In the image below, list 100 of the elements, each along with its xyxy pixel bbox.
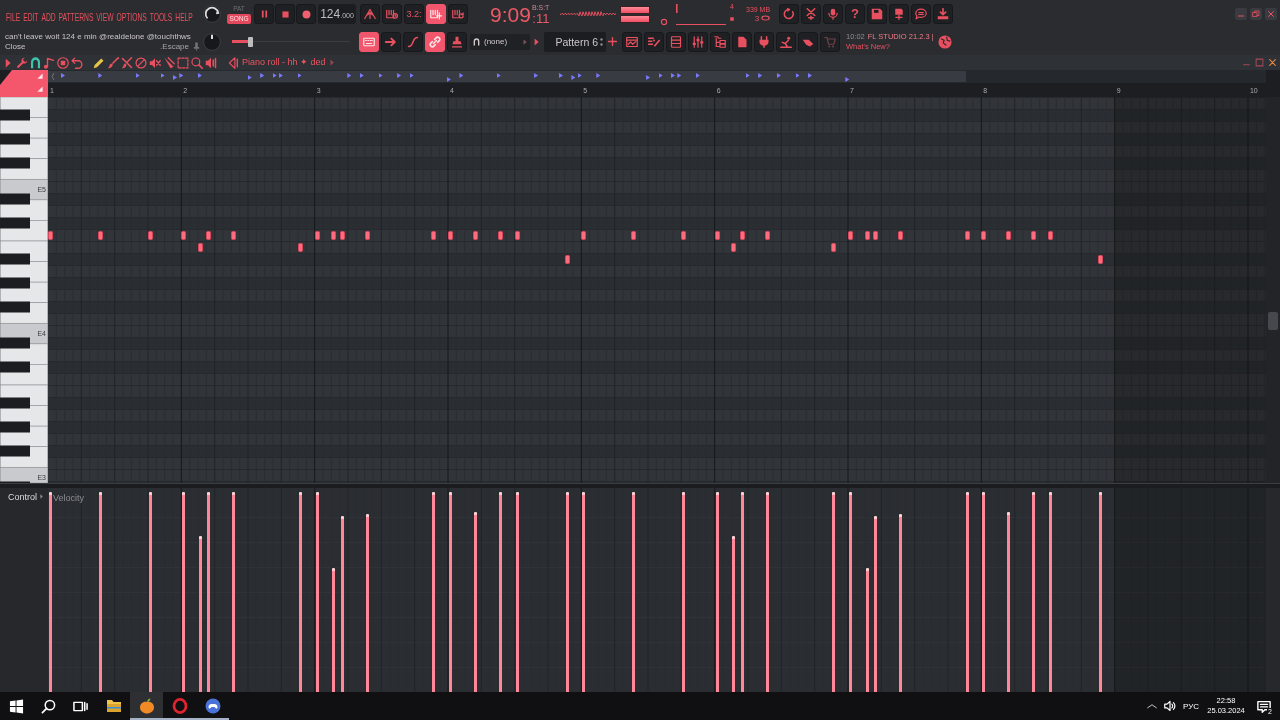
note-block[interactable] <box>564 254 570 264</box>
close-button[interactable] <box>1265 8 1277 20</box>
record-button[interactable] <box>296 4 316 24</box>
language-indicator[interactable]: РУС <box>1182 701 1199 711</box>
undo-icon[interactable] <box>71 56 83 69</box>
page-button[interactable] <box>732 31 752 52</box>
sliders-button[interactable] <box>688 31 708 52</box>
download-button[interactable] <box>933 4 953 24</box>
velocity-bar[interactable] <box>1007 512 1011 692</box>
note-block[interactable] <box>514 230 520 240</box>
chevron-up-icon[interactable] <box>1146 702 1157 710</box>
speaker-mute-icon[interactable] <box>149 56 161 69</box>
speaker-icon[interactable] <box>1163 700 1176 712</box>
velocity-bar[interactable] <box>332 568 336 692</box>
help-button[interactable]: ? <box>845 4 865 24</box>
refresh-button[interactable] <box>779 4 799 24</box>
menu-item[interactable]: PATTERNS <box>58 11 94 23</box>
note-block[interactable] <box>1048 230 1053 240</box>
menu-item[interactable]: VIEW <box>96 11 114 23</box>
velocity-bar[interactable] <box>832 492 836 692</box>
task-view-icon[interactable] <box>73 699 88 713</box>
sharp-key[interactable] <box>0 337 30 349</box>
floppy-plus-button[interactable] <box>889 4 909 24</box>
speaker-bars-icon[interactable] <box>205 56 217 69</box>
note-block[interactable] <box>831 242 837 252</box>
note-block[interactable] <box>431 230 437 240</box>
close-icon[interactable] <box>1268 58 1277 67</box>
velocity-bar[interactable] <box>515 492 519 692</box>
stamp-button[interactable] <box>447 31 467 52</box>
sharp-key[interactable] <box>0 361 30 373</box>
target-icon[interactable] <box>57 56 69 69</box>
control-label[interactable]: Control <box>8 491 37 502</box>
note-block[interactable] <box>681 230 687 240</box>
pause-button[interactable] <box>254 4 274 24</box>
note-block[interactable] <box>181 230 187 240</box>
sharp-key[interactable] <box>0 301 30 313</box>
sharp-key[interactable] <box>0 445 30 457</box>
note-block[interactable] <box>473 230 478 240</box>
taskbar-app-button[interactable] <box>130 692 163 720</box>
wedge-button[interactable] <box>798 31 818 52</box>
plug-button[interactable] <box>754 31 774 52</box>
note-block[interactable] <box>98 230 103 240</box>
caret-icon[interactable] <box>40 494 43 499</box>
note-block[interactable] <box>1006 230 1012 240</box>
volume-knob[interactable] <box>203 5 221 23</box>
curve-button[interactable] <box>403 31 423 52</box>
globe-icon[interactable] <box>938 34 952 49</box>
knife-icon[interactable] <box>163 56 175 69</box>
scrollbar-thumb[interactable] <box>1268 312 1278 330</box>
note-icon[interactable] <box>43 56 55 69</box>
pitch-knob[interactable] <box>203 32 221 51</box>
brush-icon[interactable] <box>107 56 119 69</box>
velocity-bar[interactable] <box>340 516 344 692</box>
person-button[interactable] <box>776 31 796 52</box>
velocity-bar[interactable] <box>682 492 686 692</box>
velocity-grid[interactable] <box>48 488 1266 692</box>
menu-item[interactable]: ADD <box>41 11 56 23</box>
keyboard-clock-button[interactable] <box>382 4 402 24</box>
sharp-key[interactable] <box>0 193 30 205</box>
note-block[interactable] <box>1031 230 1037 240</box>
countdown-button[interactable]: 3.2: <box>404 4 424 24</box>
sharp-key[interactable] <box>0 397 30 409</box>
sharp-key[interactable] <box>0 133 30 145</box>
velocity-bar[interactable] <box>715 492 719 692</box>
bars-button[interactable] <box>644 31 664 52</box>
velocity-bar[interactable] <box>207 492 211 692</box>
velocity-bar[interactable] <box>582 492 586 692</box>
velocity-bar[interactable] <box>365 514 369 692</box>
menu-item[interactable]: HELP <box>175 11 193 23</box>
zoom-icon[interactable] <box>191 56 203 69</box>
triangle-icon[interactable] <box>37 73 43 79</box>
caret-icon[interactable] <box>5 57 11 68</box>
velocity-bar[interactable] <box>632 492 636 692</box>
sharp-key[interactable] <box>0 217 30 229</box>
menu-item[interactable]: TOOLS <box>149 11 173 23</box>
play-icon[interactable] <box>534 37 539 46</box>
no-entry-icon[interactable] <box>135 56 147 69</box>
velocity-bar[interactable] <box>565 492 569 692</box>
velocity-bar[interactable] <box>182 492 186 692</box>
note-block[interactable] <box>448 230 453 240</box>
scrollbar-thumb[interactable] <box>48 71 966 82</box>
plus-icon[interactable] <box>608 37 617 46</box>
slider-thumb[interactable] <box>247 36 253 47</box>
sharp-key[interactable] <box>0 253 30 265</box>
snap-selector[interactable]: (none) <box>470 33 530 50</box>
note-block[interactable] <box>48 230 53 240</box>
pattern-selector[interactable]: Pattern 6 <box>544 31 606 52</box>
stop-button[interactable] <box>275 4 295 24</box>
menu-item[interactable]: OPTIONS <box>116 11 147 23</box>
sharp-key[interactable] <box>0 277 30 289</box>
note-block[interactable] <box>898 230 903 240</box>
metronome-button[interactable] <box>360 4 380 24</box>
keyboard-button[interactable] <box>359 31 379 52</box>
velocity-bar[interactable] <box>740 492 744 692</box>
velocity-bar[interactable] <box>232 492 236 692</box>
magnet-icon[interactable] <box>30 56 41 69</box>
playlist-button[interactable] <box>622 31 642 52</box>
sharp-key[interactable] <box>0 421 30 433</box>
sharp-key[interactable] <box>0 157 30 169</box>
velocity-bar[interactable] <box>765 492 769 692</box>
